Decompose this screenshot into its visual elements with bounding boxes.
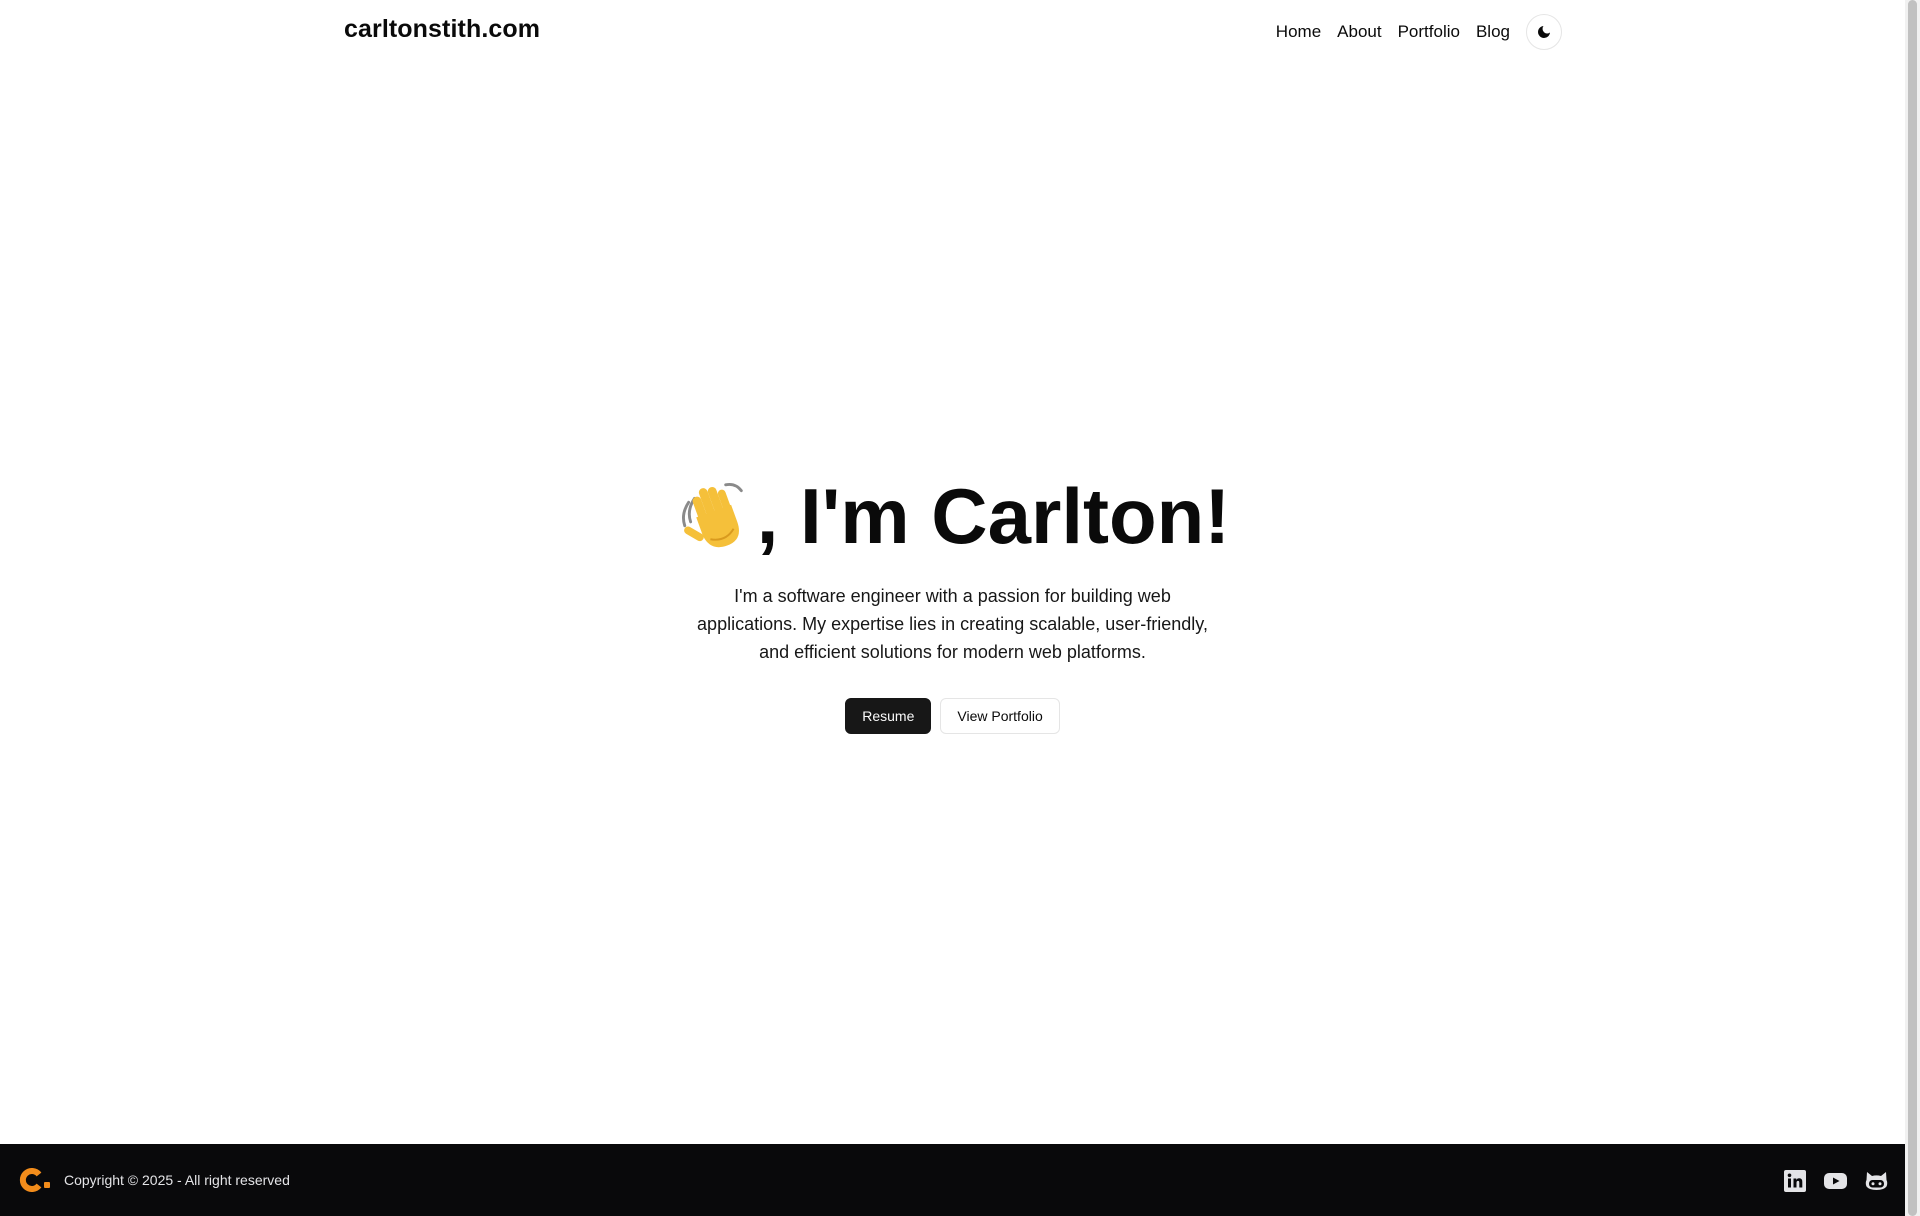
page: carltonstith.com Home About Portfolio Bl… <box>0 0 1905 1216</box>
copyright-text: Copyright © 2025 - All right reserved <box>64 1172 290 1188</box>
site-brand-link[interactable]: carltonstith.com <box>344 15 540 44</box>
view-portfolio-button[interactable]: View Portfolio <box>940 698 1060 734</box>
github-link[interactable] <box>1864 1168 1889 1193</box>
linkedin-link[interactable] <box>1782 1168 1807 1193</box>
site-header: carltonstith.com Home About Portfolio Bl… <box>0 0 1905 64</box>
moon-icon <box>1538 26 1550 38</box>
social-links <box>1782 1168 1889 1193</box>
nav-home-link[interactable]: Home <box>1276 22 1321 42</box>
site-footer: Copyright © 2025 - All right reserved <box>0 1144 1905 1216</box>
resume-button[interactable]: Resume <box>845 698 932 734</box>
nav-blog-link[interactable]: Blog <box>1476 22 1510 42</box>
linkedin-icon <box>1783 1169 1806 1192</box>
main-nav: Home About Portfolio Blog <box>1260 12 1562 52</box>
c-logo-icon[interactable] <box>19 1168 53 1192</box>
scrollbar-thumb[interactable] <box>1908 0 1917 1216</box>
youtube-link[interactable] <box>1823 1168 1848 1193</box>
nav-portfolio-link[interactable]: Portfolio <box>1398 22 1460 42</box>
nav-about-link[interactable]: About <box>1337 22 1381 42</box>
hero-actions: Resume View Portfolio <box>0 698 1905 734</box>
youtube-icon <box>1824 1172 1847 1189</box>
hero-description: I'm a software engineer with a passion f… <box>697 586 1208 662</box>
github-icon <box>1865 1171 1888 1190</box>
page-scrollbar[interactable] <box>1905 0 1920 1216</box>
hero-title-text: , I'm Carlton! <box>756 472 1231 560</box>
theme-toggle-button[interactable] <box>1526 14 1562 50</box>
hero-title: , I'm Carlton! <box>675 466 1231 566</box>
hero-section: , I'm Carlton! I'm a software engineer w… <box>0 466 1905 734</box>
waving-hand-icon <box>681 482 743 548</box>
